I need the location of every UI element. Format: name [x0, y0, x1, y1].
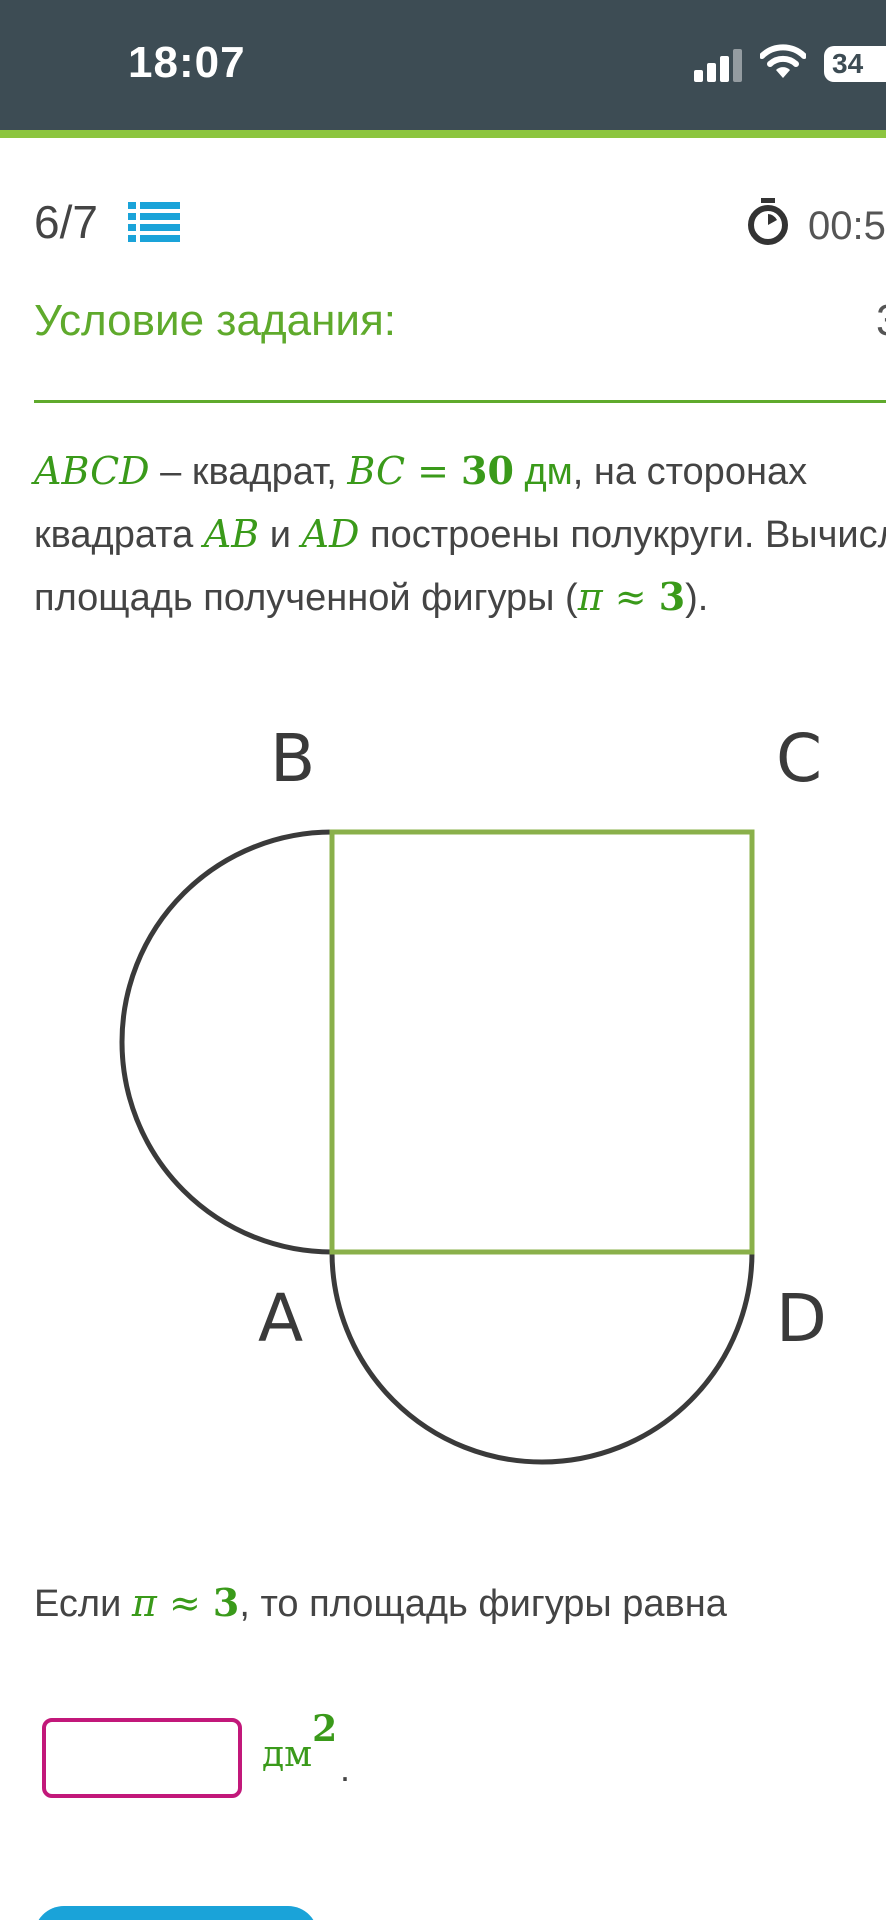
cellular-signal-icon	[694, 48, 744, 82]
statement-line-3: площадь полученной фигуры (π ≈ 3).	[34, 566, 886, 629]
problem-statement: ABCD – квадрат, BC = 30 дм, на сторонах …	[34, 440, 886, 629]
vertex-label-c: C	[776, 720, 823, 797]
header-accent-line	[0, 130, 886, 138]
submit-button[interactable]	[34, 1906, 318, 1920]
answer-text: Если	[34, 1583, 132, 1625]
math-pi: π	[131, 1581, 157, 1625]
section-title: Условие задания:	[34, 296, 397, 345]
status-bar: 18:07 34	[0, 0, 886, 130]
statement-line-2: квадрата AB и AD построены полукруги. Вы…	[34, 503, 886, 566]
statement-text: и	[259, 514, 302, 556]
math-side-ab: AB	[203, 512, 260, 556]
answer-text: , то площадь фигуры равна	[239, 1583, 727, 1625]
vertex-label-b: B	[270, 720, 316, 797]
semicircle-ad	[329, 1251, 755, 1465]
task-points: 3	[876, 296, 886, 346]
wifi-icon	[760, 44, 806, 78]
figure-drawing	[119, 829, 755, 1465]
semicircle-ab	[119, 829, 333, 1255]
geometry-figure: B C A D	[0, 680, 886, 1480]
math-pi: π	[577, 575, 603, 619]
screen: 18:07 34 6/7 00:51 Условие задания: 3	[0, 0, 886, 1920]
battery-indicator: 34	[824, 46, 886, 82]
math-approx: ≈	[602, 575, 659, 619]
square-abcd	[329, 829, 755, 1255]
math-square-name: ABCD	[34, 449, 150, 493]
statement-line-1: ABCD – квадрат, BC = 30 дм, на сторонах	[34, 440, 886, 503]
status-time: 18:07	[128, 38, 246, 87]
timer-value: 00:51	[808, 204, 886, 248]
math-side-name: BC	[347, 449, 406, 493]
statement-text: – квадрат,	[149, 451, 348, 493]
math-pi-value: 3	[658, 574, 686, 619]
statement-text: площадь полученной фигуры (	[34, 577, 578, 619]
statement-text: , на сторонах	[572, 451, 808, 493]
area-unit-power: 2	[312, 1708, 338, 1750]
answer-question: Если π ≈ 3, то площадь фигуры равна	[34, 1580, 727, 1626]
area-unit: дм2	[262, 1708, 337, 1775]
math-pi-value: 3	[212, 1580, 240, 1625]
math-equals: =	[405, 449, 462, 493]
math-side-value: 30	[461, 448, 514, 493]
answer-period: .	[340, 1748, 351, 1789]
answer-input[interactable]	[42, 1718, 242, 1798]
stopwatch-icon	[748, 198, 788, 245]
statement-text: ).	[685, 577, 709, 619]
math-approx: ≈	[156, 1581, 213, 1625]
math-side-ad: AD	[301, 512, 360, 556]
list-icon[interactable]	[128, 200, 180, 244]
statement-text: построены полукруги. Вычислите	[369, 514, 886, 556]
vertex-label-a: A	[258, 1280, 304, 1357]
length-unit: дм	[513, 451, 573, 493]
section-divider	[34, 400, 886, 403]
statement-text: квадрата	[34, 514, 204, 556]
area-unit-text: дм	[262, 1734, 313, 1775]
vertex-label-d: D	[776, 1280, 827, 1357]
task-progress: 6/7	[34, 196, 98, 248]
